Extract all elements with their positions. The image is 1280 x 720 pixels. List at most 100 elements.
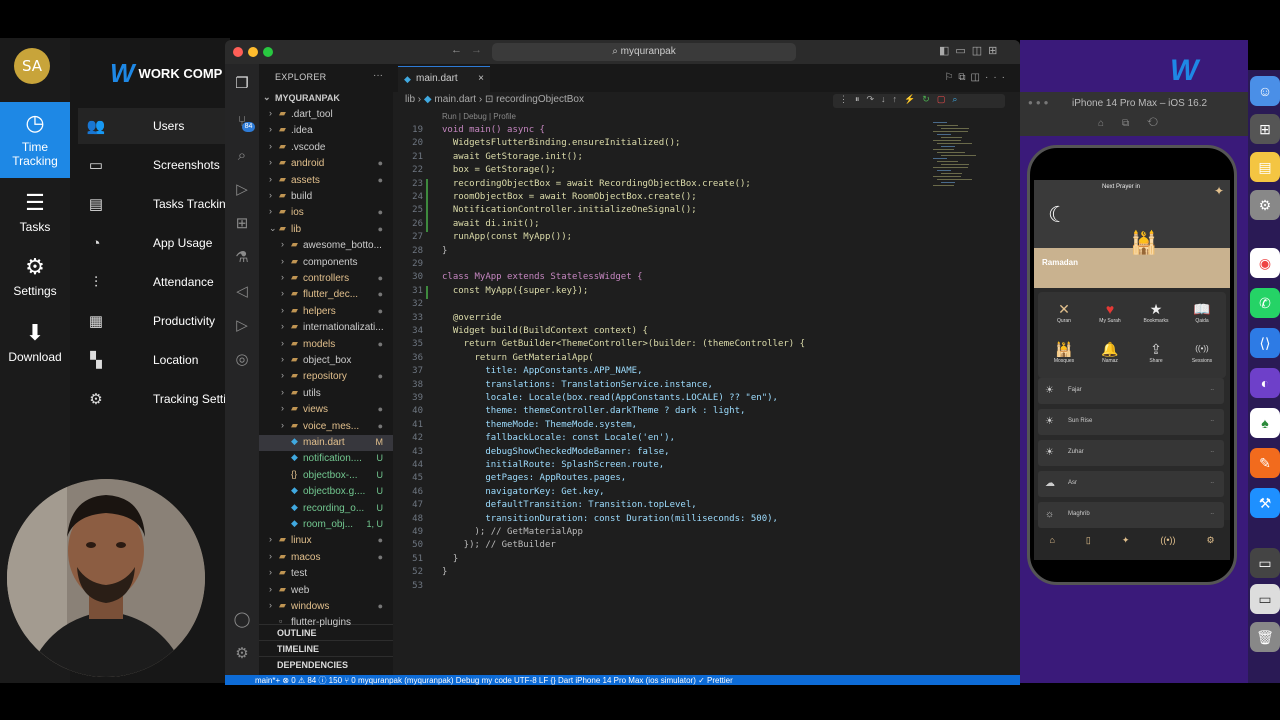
feature-sessions[interactable]: ((•)) Sessions: [1180, 340, 1224, 376]
code-line[interactable]: roomObjectBox = await RoomObjectBox.crea…: [442, 192, 697, 202]
prayer-row[interactable]: ☁ Asr --: [1038, 471, 1224, 497]
code-line[interactable]: defaultTransition: Transition.topLevel,: [442, 500, 696, 510]
code-line[interactable]: @override: [442, 313, 502, 323]
feature-bookmarks[interactable]: ★ Bookmarks: [1134, 300, 1178, 336]
avatar[interactable]: SA: [14, 48, 50, 84]
document-thumbnail-icon[interactable]: ▭: [1250, 584, 1280, 614]
tree-item[interactable]: {} objectbox-... U: [259, 468, 393, 484]
code-line[interactable]: }: [442, 246, 447, 256]
tree-item[interactable]: › ▰ awesome_botto...: [259, 238, 393, 254]
pen-app-icon[interactable]: ✎: [1250, 448, 1280, 478]
files-icon[interactable]: ❐: [232, 74, 252, 94]
tree-item[interactable]: › ▰ flutter_dec... ●: [259, 287, 393, 303]
tree-item[interactable]: › ▰ windows ●: [259, 599, 393, 615]
code-line[interactable]: return GetBuilder<ThemeController>(build…: [442, 339, 805, 349]
editor-actions-icons[interactable]: ⚐⧉◫···: [944, 72, 1010, 83]
code-line[interactable]: await GetStorage.init();: [442, 152, 583, 162]
home-tab-icon[interactable]: ⌂: [1049, 535, 1054, 545]
feature-share[interactable]: ⇪ Share: [1134, 340, 1178, 376]
notes-icon[interactable]: ▤: [1250, 152, 1280, 182]
code-line[interactable]: return GetMaterialApp(: [442, 353, 594, 363]
tree-item[interactable]: ◆ main.dart M: [259, 435, 393, 451]
tree-item[interactable]: › ▰ .vscode: [259, 140, 393, 156]
code-line[interactable]: runApp(const MyApp());: [442, 232, 572, 242]
layout-toggle-icons[interactable]: ◧▭◫⊞: [939, 44, 1003, 57]
tree-item[interactable]: ▫ flutter-plugins: [259, 615, 393, 631]
rail-item-settings[interactable]: ⚙ Settings: [0, 254, 70, 298]
tree-item[interactable]: ◆ room_obj... 1, U: [259, 517, 393, 533]
live-tab-icon[interactable]: ((•)): [1160, 535, 1175, 545]
settings-tab-icon[interactable]: ⚙: [1206, 535, 1214, 546]
account-icon[interactable]: ◯: [232, 610, 252, 630]
tree-item[interactable]: › ▰ linux ●: [259, 533, 393, 549]
prayer-row[interactable]: ☀ Fajar --: [1038, 378, 1224, 404]
tree-item[interactable]: › ▰ voice_mes... ●: [259, 419, 393, 435]
whatsapp-icon[interactable]: ✆: [1250, 288, 1280, 318]
feature-quran[interactable]: ✕ Quran: [1042, 300, 1086, 336]
code-line[interactable]: translations: TranslationService.instanc…: [442, 380, 713, 390]
tree-item[interactable]: ⌄ ▰ lib ●: [259, 222, 393, 238]
code-line[interactable]: recordingObjectBox = await RecordingObje…: [442, 179, 751, 189]
github-icon[interactable]: ◐: [1250, 368, 1280, 398]
tree-item[interactable]: › ▰ web: [259, 583, 393, 599]
vscode-icon[interactable]: ⟨⟩: [1250, 328, 1280, 358]
project-root[interactable]: ⌄ MYQURANPAK: [259, 91, 393, 107]
menu-item-productivity[interactable]: ▦ Productivity: [78, 303, 230, 339]
code-line[interactable]: ); // GetMaterialApp: [442, 527, 583, 537]
tree-item[interactable]: › ▰ repository ●: [259, 369, 393, 385]
quran-tab-icon[interactable]: ▯: [1086, 535, 1091, 546]
status-bar[interactable]: main*+ ⊗ 0 ⚠ 84 ⓘ 150 ⑂ 0 myquranpak (my…: [225, 675, 1020, 685]
rail-item-time-tracking[interactable]: ◷ Time Tracking: [0, 102, 70, 178]
menu-item-app-usage[interactable]: ◔ App Usage: [78, 225, 230, 261]
remote-icon[interactable]: ◁: [232, 282, 252, 302]
code-line[interactable]: }); // GetBuilder: [442, 540, 556, 550]
tree-item[interactable]: › ▰ assets ●: [259, 173, 393, 189]
minimize-window-button[interactable]: [248, 47, 258, 57]
forward-arrow-icon[interactable]: →: [471, 44, 482, 56]
feature-namaz[interactable]: 🔔 Namaz: [1088, 340, 1132, 376]
tree-item[interactable]: › ▰ internationalizati...: [259, 320, 393, 336]
code-line[interactable]: const MyApp({super.key});: [442, 286, 588, 296]
timeline-section[interactable]: TIMELINE: [259, 640, 393, 656]
xcode-icon[interactable]: ⚒: [1250, 488, 1280, 518]
tree-item[interactable]: › ▰ helpers ●: [259, 304, 393, 320]
code-line[interactable]: transitionDuration: const Duration(milli…: [442, 514, 778, 524]
codelens[interactable]: Run | Debug | Profile: [442, 112, 516, 121]
menu-item-tasks-tracking[interactable]: ▤ Tasks Trackin: [78, 186, 230, 222]
debug-toolbar[interactable]: ⋮⏸↷↓↑⚡↻▢⌕: [833, 94, 1005, 108]
menu-item-attendance[interactable]: ⫶ Attendance: [78, 264, 230, 300]
code-line[interactable]: debugShowCheckedModeBanner: false,: [442, 447, 669, 457]
tab-main-dart[interactable]: ◆ main.dart ×: [398, 66, 490, 92]
window-thumbnail-icon[interactable]: ▭: [1250, 548, 1280, 578]
tree-item[interactable]: › ▰ android ●: [259, 156, 393, 172]
more-actions-icon[interactable]: ···: [373, 70, 383, 81]
code-line[interactable]: await di.init();: [442, 219, 540, 229]
tree-item[interactable]: ◆ recording_o... U: [259, 501, 393, 517]
rail-item-tasks[interactable]: ☰ Tasks: [0, 190, 70, 234]
rail-item-download[interactable]: ⬇ Download: [0, 320, 70, 364]
tree-item[interactable]: › ▰ build: [259, 189, 393, 205]
search-icon[interactable]: ⌕: [232, 146, 252, 166]
tree-item[interactable]: ◆ notification.... U: [259, 451, 393, 467]
tree-item[interactable]: › ▰ ios ●: [259, 205, 393, 221]
tree-item[interactable]: › ▰ utils: [259, 386, 393, 402]
feature-qaida[interactable]: 📖 Qaida: [1180, 300, 1224, 336]
menu-item-screenshots[interactable]: ▭ Screenshots: [78, 147, 230, 183]
mongodb-icon[interactable]: ♠: [1250, 408, 1280, 438]
run-icon[interactable]: ▷: [232, 316, 252, 336]
code-line[interactable]: locale: Locale(box.read(AppConstants.LOC…: [442, 393, 778, 403]
code-line[interactable]: navigatorKey: Get.key,: [442, 487, 604, 497]
git-graph-icon[interactable]: ◎: [232, 350, 252, 370]
dependencies-section[interactable]: DEPENDENCIES: [259, 656, 393, 672]
feature-my-surah[interactable]: ♥ My Surah: [1088, 300, 1132, 336]
menu-item-tracking-settings[interactable]: ⚙ Tracking Setti: [78, 381, 230, 417]
code-line[interactable]: theme: themeController.darkTheme ? dark …: [442, 406, 745, 416]
tree-item[interactable]: › ▰ object_box: [259, 353, 393, 369]
tree-item[interactable]: › ▰ macos ●: [259, 550, 393, 566]
tree-item[interactable]: › ▰ views ●: [259, 402, 393, 418]
code-line[interactable]: title: AppConstants.APP_NAME,: [442, 366, 642, 376]
trash-icon[interactable]: 🗑: [1250, 622, 1280, 652]
run-debug-icon[interactable]: ▷: [232, 180, 252, 200]
tree-item[interactable]: › ▰ test: [259, 566, 393, 582]
prayer-row[interactable]: ☀ Sun Rise --: [1038, 409, 1224, 435]
